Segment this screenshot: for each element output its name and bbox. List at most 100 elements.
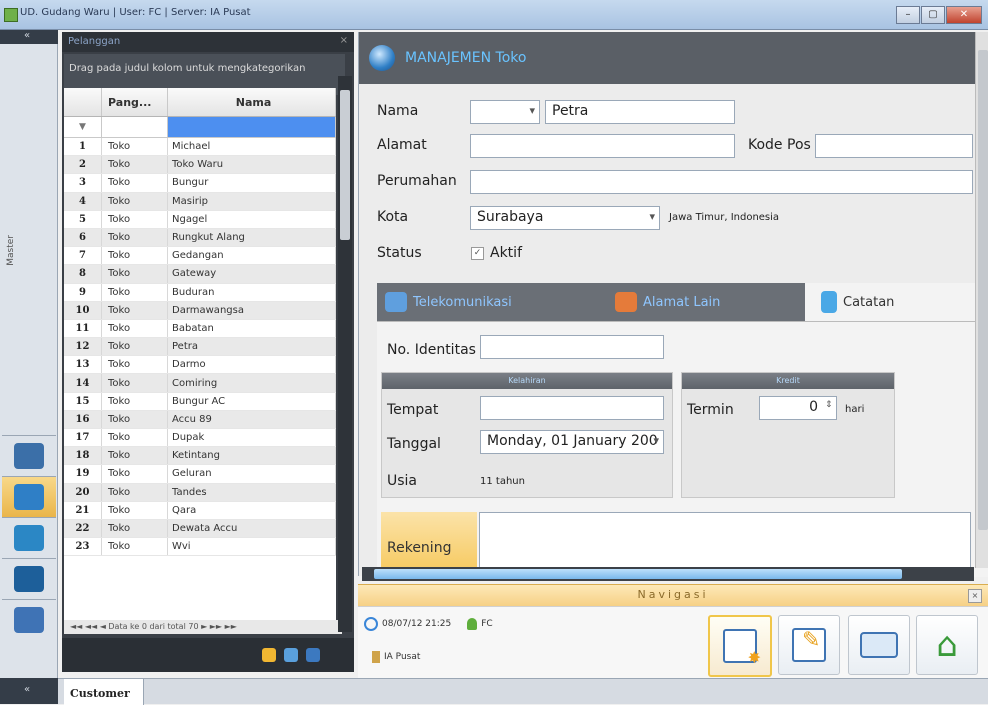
row-number: 17	[64, 429, 102, 447]
kota-select[interactable]: Surabaya	[470, 206, 660, 230]
identitas-input[interactable]	[480, 335, 664, 359]
kota-label: Kota	[377, 209, 409, 225]
grid-rows: 1 Toko Michael 2 Toko Toko Waru 3 Toko Bungur 4 To…	[64, 138, 336, 557]
nama-input[interactable]: Petra	[545, 100, 735, 124]
table-row[interactable]: 23 Toko Wvi	[64, 538, 336, 557]
sidebar-item-user[interactable]	[2, 599, 56, 640]
row-pang-cell: Toko	[102, 174, 168, 192]
table-row[interactable]: 2 Toko Toko Waru	[64, 156, 336, 175]
pencil-edit-icon: ✎	[792, 628, 826, 662]
sidebar-item-printer[interactable]	[2, 435, 56, 476]
table-row[interactable]: 7 Toko Gedangan	[64, 247, 336, 266]
rekening-textarea[interactable]	[479, 512, 971, 574]
list-vertical-scrollbar[interactable]	[338, 76, 352, 632]
termin-unit: hari	[845, 404, 865, 415]
table-row[interactable]: 4 Toko Masirip	[64, 192, 336, 211]
nama-prefix-select[interactable]	[470, 100, 540, 124]
pin-icon[interactable]: ×	[340, 35, 348, 46]
table-row[interactable]: 18 Toko Ketintang	[64, 447, 336, 466]
row-nama-cell: Toko Waru	[168, 156, 336, 174]
filter-nama-input[interactable]	[168, 117, 336, 137]
table-row[interactable]: 22 Toko Dewata Accu	[64, 519, 336, 539]
table-row[interactable]: 14 Toko Comiring	[64, 374, 336, 393]
alamat-label: Alamat	[377, 137, 427, 153]
row-indicator-header	[64, 88, 102, 116]
kodepos-input[interactable]	[815, 134, 973, 158]
sidebar-item-supplier[interactable]	[2, 517, 56, 558]
form-scroll-thumb[interactable]	[978, 50, 988, 530]
aktif-checkbox[interactable]: ✓	[471, 246, 484, 260]
tab-telekomunikasi[interactable]: Telekomunikasi	[377, 283, 607, 321]
folder-icon	[14, 566, 44, 592]
maximize-button[interactable]: ▢	[921, 6, 945, 24]
row-number: 5	[64, 210, 102, 228]
form-horizontal-scrollbar[interactable]	[362, 567, 974, 581]
note-icon	[821, 291, 837, 313]
navigation-title: Navigasi	[637, 588, 709, 601]
spin-arrows-icon[interactable]: ⇕	[825, 400, 833, 410]
alamat-input[interactable]	[470, 134, 735, 158]
table-row[interactable]: 9 Toko Buduran	[64, 283, 336, 302]
export-icon[interactable]	[306, 648, 320, 662]
table-row[interactable]: 3 Toko Bungur	[64, 174, 336, 193]
form-hscroll-thumb[interactable]	[374, 569, 902, 579]
table-row[interactable]: 5 Toko Ngagel	[64, 210, 336, 229]
row-nama-cell: Michael	[168, 138, 336, 156]
row-number: 6	[64, 228, 102, 247]
table-row[interactable]: 15 Toko Bungur AC	[64, 392, 336, 411]
master-vertical-label: Master	[6, 235, 16, 266]
table-row[interactable]: 21 Toko Qara	[64, 501, 336, 520]
table-row[interactable]: 8 Toko Gateway	[64, 265, 336, 284]
tab-customer[interactable]: Customer	[64, 679, 144, 705]
sidebar-item-customer[interactable]	[2, 476, 56, 517]
filter-pang-input[interactable]	[102, 117, 168, 137]
row-nama-cell: Darmawangsa	[168, 301, 336, 319]
collapse-strip-top[interactable]: «	[0, 30, 58, 44]
row-pang-cell: Toko	[102, 501, 168, 519]
table-row[interactable]: 16 Toko Accu 89	[64, 410, 336, 429]
table-row[interactable]: 19 Toko Geluran	[64, 465, 336, 484]
new-record-button[interactable]: ✸	[708, 615, 772, 677]
supplier-box-icon	[14, 525, 44, 551]
row-nama-cell: Qara	[168, 501, 336, 519]
edit-button[interactable]: ✎	[778, 615, 840, 675]
tempat-input[interactable]	[480, 396, 664, 420]
table-row[interactable]: 13 Toko Darmo	[64, 356, 336, 375]
sidebar-item-folder[interactable]	[2, 558, 56, 599]
row-number: 8	[64, 265, 102, 283]
table-row[interactable]: 10 Toko Darmawangsa	[64, 301, 336, 320]
usia-label: Usia	[387, 473, 418, 489]
minimize-button[interactable]: –	[896, 6, 920, 24]
list-scroll-thumb[interactable]	[340, 90, 350, 240]
table-row[interactable]: 17 Toko Dupak	[64, 429, 336, 448]
tanggal-date-picker[interactable]: Monday, 01 January 200	[480, 430, 664, 454]
table-row[interactable]: 1 Toko Michael	[64, 138, 336, 157]
print-button[interactable]	[848, 615, 910, 675]
close-button[interactable]: ✕	[946, 6, 982, 24]
row-number: 23	[64, 538, 102, 556]
perumahan-input[interactable]	[470, 170, 973, 194]
row-pang-cell: Toko	[102, 301, 168, 319]
list-toolbar	[62, 638, 354, 672]
table-row[interactable]: 12 Toko Petra	[64, 338, 336, 357]
view-grid-icon[interactable]	[262, 648, 276, 662]
row-pang-cell: Toko	[102, 483, 168, 501]
grid-navigator[interactable]: ◄◄ ◄◄ ◄ Data ke 0 dari total 70 ► ►► ►►	[64, 620, 342, 634]
printer-scanner-icon	[14, 443, 44, 469]
navigation-close-icon[interactable]: ×	[968, 589, 982, 603]
telephone-icon	[385, 292, 407, 312]
table-row[interactable]: 6 Toko Rungkut Alang	[64, 228, 336, 248]
tab-catatan[interactable]: Catatan	[805, 283, 988, 321]
tab-alamat-lain[interactable]: Alamat Lain	[607, 283, 805, 321]
column-header-pang[interactable]: Pang...	[102, 88, 168, 116]
home-icon: ⌂	[936, 625, 958, 665]
refresh-icon[interactable]	[284, 648, 298, 662]
collapse-strip-bottom[interactable]: «	[0, 678, 58, 704]
row-nama-cell: Babatan	[168, 319, 336, 338]
home-button[interactable]: ⌂	[916, 615, 978, 675]
column-header-nama[interactable]: Nama	[168, 88, 336, 116]
table-row[interactable]: 20 Toko Tandes	[64, 483, 336, 502]
form-vertical-scrollbar[interactable]	[975, 32, 988, 568]
row-pang-cell: Toko	[102, 429, 168, 447]
table-row[interactable]: 11 Toko Babatan	[64, 319, 336, 339]
